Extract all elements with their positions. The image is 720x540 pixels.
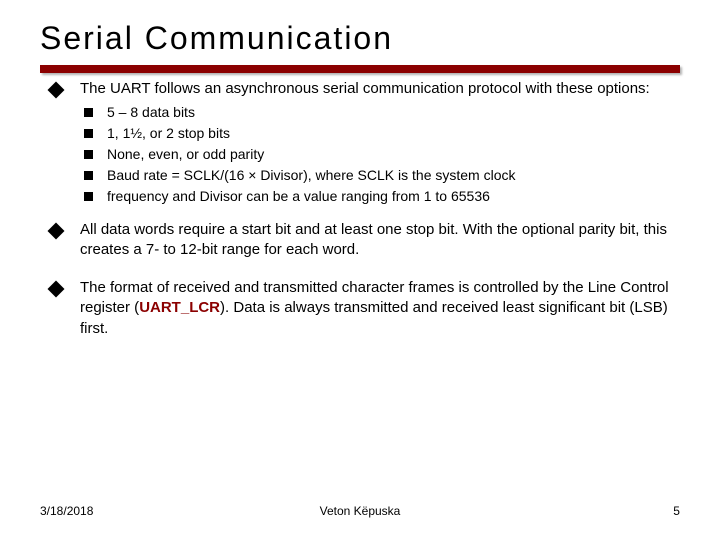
bullet-item: The UART follows an asynchronous serial … [50,79,680,99]
sub-bullet-text: Baud rate = SCLK/(16 × Divisor), where S… [107,166,680,185]
sub-bullet-item: None, even, or odd parity [84,145,680,164]
title-underline [40,65,680,73]
diamond-bullet-icon [48,281,65,298]
square-bullet-icon [84,171,93,180]
footer-page-number: 5 [467,504,680,518]
square-bullet-icon [84,129,93,138]
sub-bullet-item: frequency and Divisor can be a value ran… [84,187,680,206]
square-bullet-icon [84,192,93,201]
bullet-item: The format of received and transmitted c… [50,278,680,339]
slide-footer: 3/18/2018 Veton Këpuska 5 [40,504,680,518]
slide-title: Serial Communication [40,20,680,57]
bullet-text: The UART follows an asynchronous serial … [80,79,680,99]
footer-date: 3/18/2018 [40,504,253,518]
sub-bullet-list: 5 – 8 data bits 1, 1½, or 2 stop bits No… [84,103,680,205]
sub-bullet-text: 5 – 8 data bits [107,103,680,122]
sub-bullet-item: Baud rate = SCLK/(16 × Divisor), where S… [84,166,680,185]
square-bullet-icon [84,150,93,159]
sub-bullet-text: frequency and Divisor can be a value ran… [107,187,680,206]
footer-author: Veton Këpuska [253,504,466,518]
bullet-item: All data words require a start bit and a… [50,220,680,261]
sub-bullet-item: 1, 1½, or 2 stop bits [84,124,680,143]
bullet-text: The format of received and transmitted c… [80,278,680,339]
square-bullet-icon [84,108,93,117]
diamond-bullet-icon [48,222,65,239]
slide-content: The UART follows an asynchronous serial … [40,79,680,339]
register-name: UART_LCR [139,299,220,316]
sub-bullet-text: 1, 1½, or 2 stop bits [107,124,680,143]
sub-bullet-text: None, even, or odd parity [107,145,680,164]
bullet-text: All data words require a start bit and a… [80,220,680,261]
diamond-bullet-icon [48,82,65,99]
sub-bullet-item: 5 – 8 data bits [84,103,680,122]
